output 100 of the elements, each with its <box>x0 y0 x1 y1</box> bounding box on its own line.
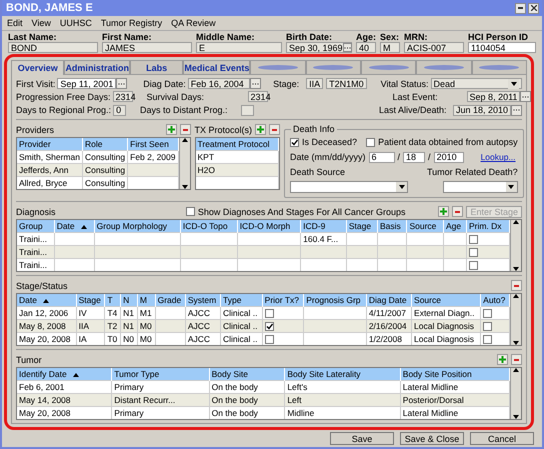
column-header[interactable]: T <box>104 294 121 306</box>
column-header[interactable]: Stage <box>76 294 105 306</box>
column-header[interactable]: ICD-O Morph <box>237 220 301 232</box>
date-field[interactable]: Sep 8, 2011 <box>466 91 520 102</box>
column-header[interactable]: Type <box>220 294 262 306</box>
scrollbar[interactable] <box>178 138 190 189</box>
column-header[interactable]: Source <box>406 220 444 232</box>
column-header[interactable]: Group Morphology <box>94 220 180 232</box>
text-field[interactable]: 2010 <box>434 152 464 163</box>
text-field[interactable]: ACIS-007 <box>404 42 464 53</box>
tab[interactable]: Administration <box>64 60 130 75</box>
text-field[interactable]: 18 <box>403 152 426 163</box>
footer-button[interactable]: Save & Close <box>400 432 464 445</box>
remove-button[interactable] <box>269 124 280 136</box>
remove-button[interactable] <box>180 124 190 136</box>
column-header[interactable]: Prognosis Grp <box>304 294 366 306</box>
date-picker-button[interactable] <box>116 78 128 90</box>
menu-item[interactable]: Tumor Registry <box>100 18 162 28</box>
column-header[interactable]: N <box>120 294 138 306</box>
column-header[interactable]: Auto? <box>480 294 510 306</box>
column-header[interactable]: First Seen <box>128 138 178 150</box>
checkbox[interactable] <box>290 138 300 147</box>
menu-item[interactable]: UUHSC <box>60 18 92 28</box>
column-header[interactable]: Age <box>443 220 466 232</box>
footer-button[interactable]: Save <box>330 432 394 445</box>
column-header[interactable]: Body Site <box>209 368 285 380</box>
column-header[interactable]: Date <box>54 220 94 232</box>
scrollbar[interactable] <box>510 220 521 271</box>
column-header[interactable]: Diag Date <box>366 294 412 306</box>
column-header[interactable]: Source <box>412 294 481 306</box>
add-button[interactable] <box>497 354 508 366</box>
text-field[interactable]: 0 <box>113 104 126 116</box>
text-field[interactable]: 2314 <box>248 91 268 102</box>
text-field[interactable]: JAMES <box>102 42 192 53</box>
tab[interactable]: Overview <box>11 60 64 75</box>
text-field[interactable]: 40 <box>356 42 376 53</box>
scrollbar[interactable] <box>510 368 521 419</box>
column-header[interactable]: ICD-O Topo <box>180 220 238 232</box>
column-header[interactable]: M <box>137 294 156 306</box>
checkbox[interactable] <box>468 248 478 258</box>
text-field[interactable]: BOND <box>8 42 98 53</box>
add-button[interactable] <box>255 124 266 136</box>
date-field[interactable]: Feb 16, 2004 <box>188 78 250 90</box>
dropdown[interactable] <box>290 181 408 194</box>
column-header[interactable]: Tumor Type <box>112 368 210 380</box>
text-field[interactable]: M <box>380 42 400 53</box>
column-header[interactable]: Grade <box>155 294 186 306</box>
text-field[interactable]: 2314 <box>112 91 133 102</box>
dropdown[interactable] <box>442 181 518 194</box>
minimize-button[interactable] <box>515 2 526 14</box>
checkbox[interactable] <box>264 322 274 332</box>
date-field[interactable]: Jun 18, 2010 <box>452 104 511 116</box>
stage-field[interactable]: IIA <box>306 78 324 90</box>
tab[interactable]: Labs <box>130 60 184 75</box>
remove-button[interactable] <box>511 354 522 366</box>
date-picker-button[interactable] <box>342 43 352 52</box>
date-picker-button[interactable] <box>520 91 532 102</box>
close-button[interactable] <box>528 2 539 14</box>
checkbox[interactable] <box>186 207 195 216</box>
checkbox[interactable] <box>468 261 478 270</box>
checkbox[interactable] <box>264 335 274 344</box>
menu-item[interactable]: QA Review <box>171 18 216 28</box>
dropdown[interactable]: Dead <box>430 78 522 90</box>
checkbox[interactable] <box>483 335 492 344</box>
column-header[interactable]: Provider <box>17 138 82 150</box>
column-header[interactable]: Stage <box>346 220 378 232</box>
checkbox[interactable] <box>264 309 274 318</box>
text-field[interactable]: E <box>196 42 282 53</box>
column-header[interactable]: Body Site Laterality <box>284 368 400 380</box>
add-button[interactable] <box>166 124 176 136</box>
column-header[interactable]: Basis <box>377 220 407 232</box>
add-button[interactable] <box>438 206 450 218</box>
stage-field[interactable]: T2N1M0 <box>326 78 367 90</box>
column-header[interactable]: Identify Date <box>17 368 112 380</box>
column-header[interactable]: Body Site Position <box>400 368 510 380</box>
date-picker-button[interactable] <box>250 78 262 90</box>
remove-button[interactable] <box>452 206 464 218</box>
column-header[interactable]: Date <box>17 294 76 306</box>
lookup-link[interactable]: Lookup... <box>480 152 516 162</box>
date-picker-button[interactable] <box>510 104 522 116</box>
column-header[interactable]: ICD-9 <box>300 220 346 232</box>
checkbox[interactable] <box>483 309 492 318</box>
date-field[interactable]: Sep 30, 1969 <box>286 42 352 53</box>
menu-item[interactable]: Edit <box>7 18 23 28</box>
scrollbar[interactable] <box>510 294 521 345</box>
text-field[interactable]: 6 <box>368 152 395 163</box>
text-field[interactable]: 1104054 <box>468 42 536 53</box>
column-header[interactable]: Group <box>17 220 54 232</box>
text-field[interactable] <box>241 104 254 116</box>
column-header[interactable]: Treatment Protocol <box>196 138 279 150</box>
remove-button[interactable] <box>511 280 522 292</box>
checkbox[interactable] <box>483 322 492 332</box>
column-header[interactable]: Role <box>82 138 128 150</box>
column-header[interactable]: System <box>185 294 220 306</box>
footer-button[interactable]: Cancel <box>470 432 534 445</box>
date-field[interactable]: Sep 11, 2001 <box>57 78 116 90</box>
column-header[interactable]: Prim. Dx <box>466 220 510 232</box>
checkbox[interactable] <box>468 235 478 244</box>
tab[interactable]: Medical Events <box>183 60 250 75</box>
checkbox[interactable] <box>366 138 376 147</box>
